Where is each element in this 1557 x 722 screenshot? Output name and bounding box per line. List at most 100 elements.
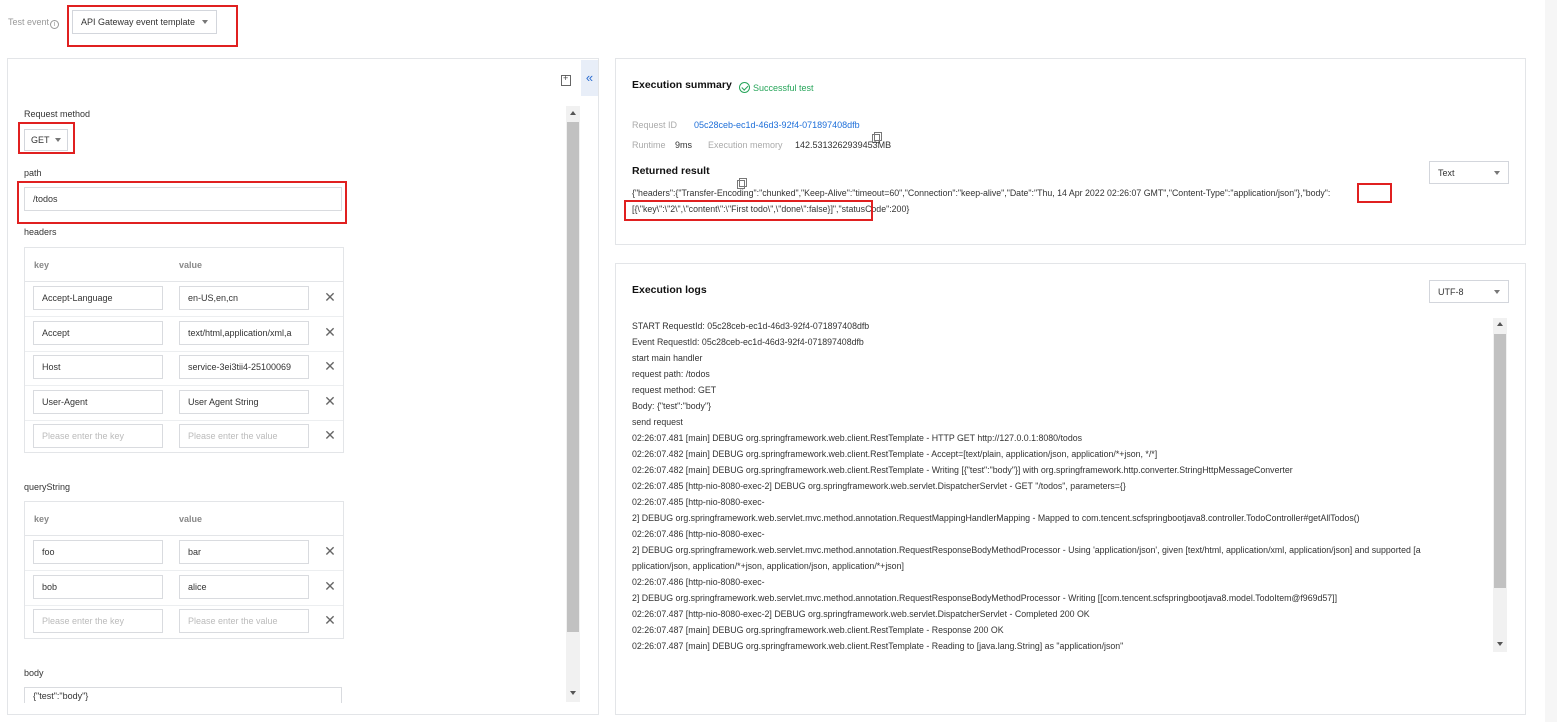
result-format-select[interactable]: Text — [1429, 161, 1509, 184]
table-row: Host service-3ei3tii4-25100069 ✕ — [25, 351, 343, 386]
querystring-label: queryString — [24, 482, 71, 492]
query-value-input[interactable]: alice — [179, 575, 309, 599]
status-text: Successful test — [753, 83, 814, 93]
returned-result-title: Returned result — [632, 165, 710, 177]
table-row: Accept text/html,application/xml,a ✕ — [25, 317, 343, 352]
log-line: 2] DEBUG org.springframework.web.servlet… — [632, 545, 1421, 555]
highlight-box-body-value — [624, 200, 873, 221]
log-line: pplication/json, application/*+json, app… — [632, 561, 904, 571]
close-icon[interactable]: ✕ — [323, 579, 337, 593]
scroll-down-arrow-icon[interactable] — [570, 691, 576, 695]
log-encoding-value: UTF-8 — [1438, 286, 1464, 297]
log-line: 02:26:07.486 [http-nio-8080-exec- — [632, 577, 765, 587]
close-icon[interactable]: ✕ — [323, 613, 337, 627]
log-line: 02:26:07.487 [http-nio-8080-exec-2] DEBU… — [632, 609, 1090, 619]
log-line: request path: /todos — [632, 369, 710, 379]
close-icon[interactable]: ✕ — [323, 544, 337, 558]
header-value-input[interactable]: en-US,en,cn — [179, 286, 309, 310]
log-line: start main handler — [632, 353, 703, 363]
close-icon[interactable]: ✕ — [323, 290, 337, 304]
scroll-up-arrow-icon[interactable] — [570, 111, 576, 115]
value-column-header: value — [179, 514, 203, 524]
close-icon[interactable]: ✕ — [323, 325, 337, 339]
log-line: START RequestId: 05c28ceb-ec1d-46d3-92f4… — [632, 321, 870, 331]
request-id-value[interactable]: 05c28ceb-ec1d-46d3-92f4-071897408dfb — [694, 120, 860, 130]
highlight-box-method — [18, 122, 75, 154]
table-row: User-Agent User Agent String ✕ — [25, 386, 343, 421]
result-format-value: Text — [1438, 167, 1455, 178]
table-row: Accept-Language en-US,en,cn ✕ — [25, 282, 343, 317]
log-line: Event RequestId: 05c28ceb-ec1d-46d3-92f4… — [632, 337, 864, 347]
path-label: path — [24, 168, 42, 178]
highlight-box-template — [67, 5, 238, 47]
headers-table: key value Accept-Language en-US,en,cn ✕ … — [24, 247, 344, 453]
check-circle-icon — [739, 82, 750, 93]
execution-log-output: START RequestId: 05c28ceb-ec1d-46d3-92f4… — [632, 318, 1490, 654]
close-icon[interactable]: ✕ — [323, 394, 337, 408]
collapse-panel-button[interactable]: « — [581, 60, 598, 96]
log-line: 02:26:07.486 [http-nio-8080-exec- — [632, 529, 765, 539]
key-column-header: key — [34, 260, 50, 270]
status-badge: Successful test — [739, 82, 814, 93]
request-id-link[interactable]: 05c28ceb-ec1d-46d3-92f4-071897408dfb — [694, 120, 860, 130]
info-icon[interactable]: i — [50, 20, 60, 29]
table-row: Please enter the key Please enter the va… — [25, 605, 343, 640]
key-column-header: key — [34, 514, 50, 524]
new-header-value-input[interactable]: Please enter the value — [179, 424, 309, 448]
new-query-key-input[interactable]: Please enter the key — [33, 609, 163, 633]
body-label: body — [24, 668, 44, 678]
query-key-input[interactable]: foo — [33, 540, 163, 564]
runtime-value: 9ms — [675, 140, 693, 150]
scroll-up-arrow-icon[interactable] — [1497, 322, 1503, 326]
new-header-key-input[interactable]: Please enter the key — [33, 424, 163, 448]
highlight-box-path — [17, 181, 347, 224]
execution-memory-label: Execution memory — [708, 140, 783, 150]
execution-summary-title: Execution summary — [632, 79, 732, 91]
left-scroll-thumb[interactable] — [567, 122, 579, 632]
log-line: 02:26:07.485 [http-nio-8080-exec-2] DEBU… — [632, 481, 1126, 491]
page-scrollbar[interactable] — [1545, 0, 1557, 722]
log-encoding-select[interactable]: UTF-8 — [1429, 280, 1509, 303]
log-line: 02:26:07.485 [http-nio-8080-exec- — [632, 497, 765, 507]
querystring-table: key value foo bar ✕ bob alice ✕ Please e… — [24, 501, 344, 639]
chevron-down-icon — [1494, 170, 1500, 175]
headers-table-head: key value — [25, 248, 343, 282]
header-key-input[interactable]: User-Agent — [33, 390, 163, 414]
log-line: request method: GET — [632, 385, 717, 395]
query-value-input[interactable]: bar — [179, 540, 309, 564]
body-textarea[interactable]: {"test":"body"} — [24, 687, 342, 703]
querystring-table-head: key value — [25, 502, 343, 536]
log-line: 02:26:07.482 [main] DEBUG org.springfram… — [632, 449, 1158, 459]
log-line: 2] DEBUG org.springframework.web.servlet… — [632, 513, 1360, 523]
table-row: foo bar ✕ — [25, 536, 343, 571]
headers-label: headers — [24, 227, 57, 237]
logs-scroll-thumb[interactable] — [1494, 334, 1506, 588]
header-value-input[interactable]: text/html,application/xml,a — [179, 321, 309, 345]
new-query-value-input[interactable]: Please enter the value — [179, 609, 309, 633]
value-column-header: value — [179, 260, 203, 270]
header-value-input[interactable]: User Agent String — [179, 390, 309, 414]
log-line: 2] DEBUG org.springframework.web.servlet… — [632, 593, 1338, 603]
log-line: send request — [632, 417, 683, 427]
log-line: 02:26:07.487 [main] DEBUG org.springfram… — [632, 641, 1124, 651]
log-line: Body: {"test":"body"} — [632, 401, 712, 411]
header-key-input[interactable]: Accept-Language — [33, 286, 163, 310]
runtime-label: Runtime — [632, 140, 666, 150]
header-key-input[interactable]: Accept — [33, 321, 163, 345]
request-id-label: Request ID — [632, 120, 678, 130]
execution-logs-title: Execution logs — [632, 284, 707, 296]
chevron-down-icon — [1494, 289, 1500, 294]
log-line: 02:26:07.481 [main] DEBUG org.springfram… — [632, 433, 1083, 443]
log-line: 02:26:07.487 [main] DEBUG org.springfram… — [632, 625, 1004, 635]
close-icon[interactable]: ✕ — [323, 428, 337, 442]
table-row: Please enter the key Please enter the va… — [25, 420, 343, 455]
test-event-text: Test event — [8, 17, 50, 27]
header-key-input[interactable]: Host — [33, 355, 163, 379]
close-icon[interactable]: ✕ — [323, 359, 337, 373]
query-key-input[interactable]: bob — [33, 575, 163, 599]
add-file-icon[interactable] — [561, 73, 571, 86]
result-line: {"headers":{"Transfer-Encoding":"chunked… — [632, 188, 1331, 198]
request-method-label: Request method — [24, 109, 91, 119]
header-value-input[interactable]: service-3ei3tii4-25100069 — [179, 355, 309, 379]
scroll-down-arrow-icon[interactable] — [1497, 642, 1503, 646]
